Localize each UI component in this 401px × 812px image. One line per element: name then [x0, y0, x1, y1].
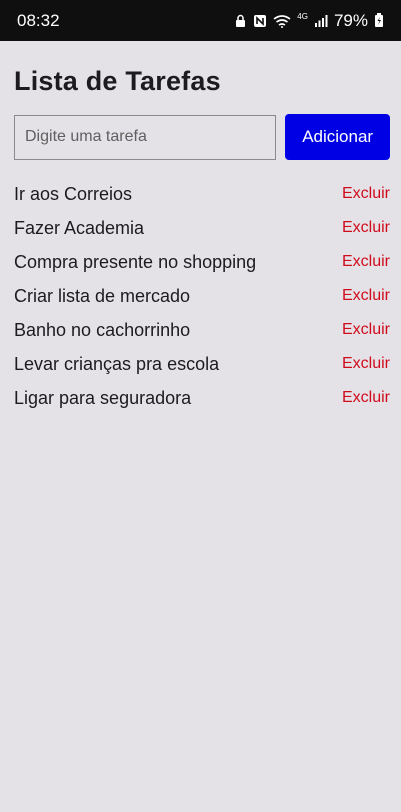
delete-task-button[interactable]: Excluir — [342, 185, 390, 203]
delete-task-button[interactable]: Excluir — [342, 287, 390, 305]
lock-icon — [234, 14, 247, 28]
task-label: Banho no cachorrinho — [14, 319, 191, 340]
status-time: 08:32 — [17, 10, 60, 30]
delete-task-button[interactable]: Excluir — [342, 321, 390, 339]
task-label: Fazer Academia — [14, 217, 145, 238]
delete-task-button[interactable]: Excluir — [342, 355, 390, 373]
battery-percentage: 79% — [333, 10, 368, 30]
task-label: Ir aos Correios — [14, 183, 133, 204]
status-bar: 08:32 4G 79% — [0, 0, 401, 41]
add-task-button[interactable]: Adicionar — [285, 114, 390, 160]
delete-task-button[interactable]: Excluir — [342, 253, 390, 271]
task-input-row: Adicionar — [14, 114, 390, 160]
wifi-icon — [273, 14, 291, 28]
task-input[interactable] — [14, 114, 277, 160]
delete-task-button[interactable]: Excluir — [342, 389, 390, 407]
status-icons: 4G 79% — [234, 11, 384, 31]
task-label: Ligar para seguradora — [14, 387, 192, 408]
delete-task-button[interactable]: Excluir — [342, 219, 390, 237]
task-item: Ligar para seguradora Excluir — [14, 381, 390, 415]
task-label: Levar crianças pra escola — [14, 353, 220, 374]
battery-icon — [374, 13, 384, 28]
task-list-screen: Lista de Tarefas Adicionar Ir aos Correi… — [0, 41, 401, 415]
task-label: Compra presente no shopping — [14, 251, 257, 272]
task-label: Criar lista de mercado — [14, 285, 191, 306]
task-item: Criar lista de mercado Excluir — [14, 279, 390, 313]
task-item: Banho no cachorrinho Excluir — [14, 313, 390, 347]
task-item: Compra presente no shopping Excluir — [14, 245, 390, 279]
task-item: Fazer Academia Excluir — [14, 211, 390, 245]
page-title: Lista de Tarefas — [14, 66, 221, 96]
task-item: Ir aos Correios Excluir — [14, 177, 390, 211]
task-item: Levar crianças pra escola Excluir — [14, 347, 390, 381]
task-list: Ir aos Correios Excluir Fazer Academia E… — [14, 177, 390, 415]
nfc-icon — [253, 14, 267, 28]
signal-icon — [314, 14, 328, 28]
network-type-label: 4G — [297, 12, 308, 21]
